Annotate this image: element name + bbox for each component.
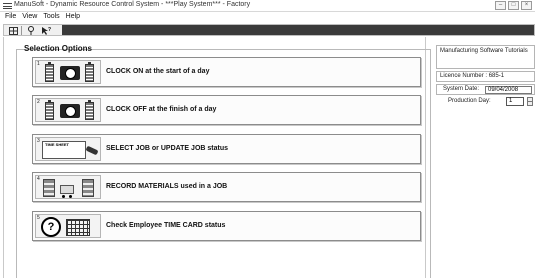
- menu-bar: File View Tools Help: [0, 12, 80, 22]
- toolbar: ?: [3, 24, 535, 36]
- selection-title: Selection Options: [24, 44, 93, 53]
- menu-tools[interactable]: Tools: [43, 12, 59, 22]
- system-date-field[interactable]: 09/04/2008: [485, 86, 532, 94]
- record-materials-button[interactable]: 4 RECORD MATERIALS used in a JOB: [32, 172, 421, 202]
- help-pointer-icon[interactable]: ?: [40, 26, 52, 35]
- licence-number: Licence Number : 685-1: [436, 71, 535, 82]
- close-button[interactable]: ×: [521, 1, 532, 10]
- maximize-button[interactable]: □: [508, 1, 519, 10]
- menu-file[interactable]: File: [5, 12, 16, 22]
- window-controls: – □ ×: [495, 1, 532, 10]
- toolbar-status-strip: [62, 25, 534, 35]
- timesheet-text: TIME SHEET: [42, 141, 86, 159]
- timecard-status-button[interactable]: 5 ? Check Employee TIME CARD status: [32, 211, 421, 241]
- menu-view[interactable]: View: [22, 12, 37, 22]
- select-job-button[interactable]: 3 TIME SHEET SELECT JOB or UPDATE JOB st…: [32, 134, 421, 164]
- system-date-label: System Date:: [443, 86, 480, 92]
- grid-icon[interactable]: [7, 26, 19, 35]
- svg-text:?: ?: [48, 27, 51, 33]
- question-icon: ?: [41, 217, 61, 237]
- clock-off-button[interactable]: 2 CLOCK OFF at the finish of a day: [32, 95, 421, 125]
- app-menu-icon[interactable]: [3, 3, 12, 9]
- production-day-label: Production Day:: [448, 98, 491, 104]
- clock-off-icon: 2: [35, 98, 101, 122]
- production-day-input[interactable]: 1: [506, 97, 524, 106]
- title-bar: ManuSoft - Dynamic Resource Control Syst…: [0, 0, 535, 12]
- timecard-status-label: Check Employee TIME CARD status: [106, 222, 226, 229]
- materials-icon: 4: [35, 175, 101, 199]
- tool-icon[interactable]: [25, 26, 37, 35]
- calendar-grid-icon: [66, 219, 90, 236]
- clock-off-label: CLOCK OFF at the finish of a day: [106, 106, 217, 113]
- timesheet-icon: 3 TIME SHEET: [35, 137, 101, 161]
- company-name: Manufacturing Software Tutorials: [436, 45, 535, 69]
- record-materials-label: RECORD MATERIALS used in a JOB: [106, 183, 228, 190]
- timecard-icon: 5 ?: [35, 214, 101, 238]
- menu-help[interactable]: Help: [66, 12, 80, 22]
- window-title: ManuSoft - Dynamic Resource Control Syst…: [14, 1, 251, 8]
- clock-on-button[interactable]: 1 CLOCK ON at the start of a day: [32, 57, 421, 87]
- production-day-row: Production Day: 1: [436, 96, 535, 108]
- system-date-row: System Date: 09/04/2008: [436, 84, 535, 95]
- select-job-label: SELECT JOB or UPDATE JOB status: [106, 145, 229, 152]
- clock-on-label: CLOCK ON at the start of a day: [106, 68, 210, 75]
- minimize-button[interactable]: –: [495, 1, 506, 10]
- production-day-spinner[interactable]: [527, 97, 533, 106]
- clock-on-icon: 1: [35, 60, 101, 84]
- info-panel: Manufacturing Software Tutorials Licence…: [436, 40, 535, 278]
